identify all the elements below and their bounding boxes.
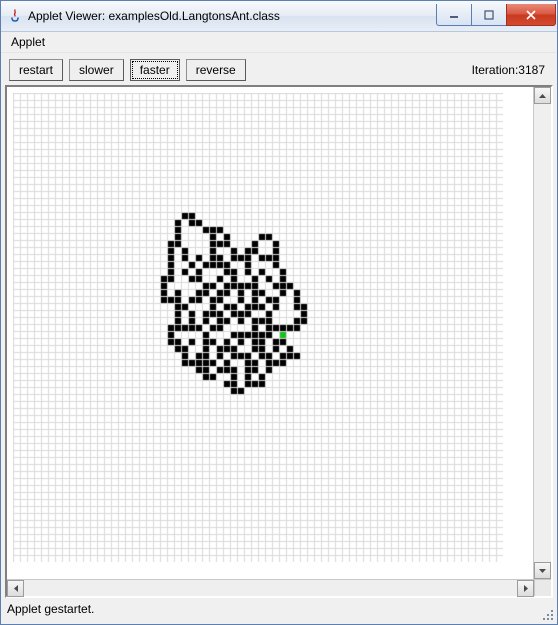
restart-button[interactable]: restart — [9, 59, 63, 81]
slower-button[interactable]: slower — [69, 59, 124, 81]
iteration-display: Iteration:3187 — [472, 63, 549, 77]
grid-canvas-area[interactable] — [7, 87, 533, 579]
scrollbar-corner — [534, 579, 551, 596]
faster-button[interactable]: faster — [130, 59, 180, 81]
minimize-button[interactable] — [436, 4, 472, 26]
scroll-right-button[interactable] — [517, 580, 534, 597]
vscroll-track[interactable] — [534, 104, 551, 562]
iteration-label: Iteration: — [472, 63, 519, 77]
iteration-value: 3187 — [518, 63, 545, 77]
maximize-button[interactable] — [471, 4, 507, 26]
reverse-button[interactable]: reverse — [186, 59, 246, 81]
langtons-ant-grid — [13, 93, 503, 562]
java-icon — [7, 8, 23, 24]
window-controls — [437, 4, 556, 25]
menu-bar: Applet — [1, 32, 557, 53]
resize-grip[interactable] — [541, 608, 555, 622]
status-bar: Applet gestartet. — [1, 598, 557, 624]
window-frame: Applet Viewer: examplesOld.LangtonsAnt.c… — [0, 0, 558, 625]
vertical-scrollbar[interactable] — [533, 87, 551, 579]
horizontal-scrollbar[interactable] — [7, 579, 534, 596]
scroll-up-button[interactable] — [534, 87, 551, 104]
scroll-down-button[interactable] — [534, 562, 551, 579]
applet-viewport — [5, 85, 553, 598]
hscroll-track[interactable] — [24, 580, 517, 596]
status-text: Applet gestartet. — [7, 602, 94, 616]
close-button[interactable] — [506, 4, 556, 26]
titlebar[interactable]: Applet Viewer: examplesOld.LangtonsAnt.c… — [1, 1, 557, 32]
scroll-left-button[interactable] — [7, 580, 24, 597]
window-title: Applet Viewer: examplesOld.LangtonsAnt.c… — [28, 9, 437, 23]
menu-applet[interactable]: Applet — [5, 33, 51, 51]
toolbar: restart slower faster reverse Iteration:… — [1, 53, 557, 83]
